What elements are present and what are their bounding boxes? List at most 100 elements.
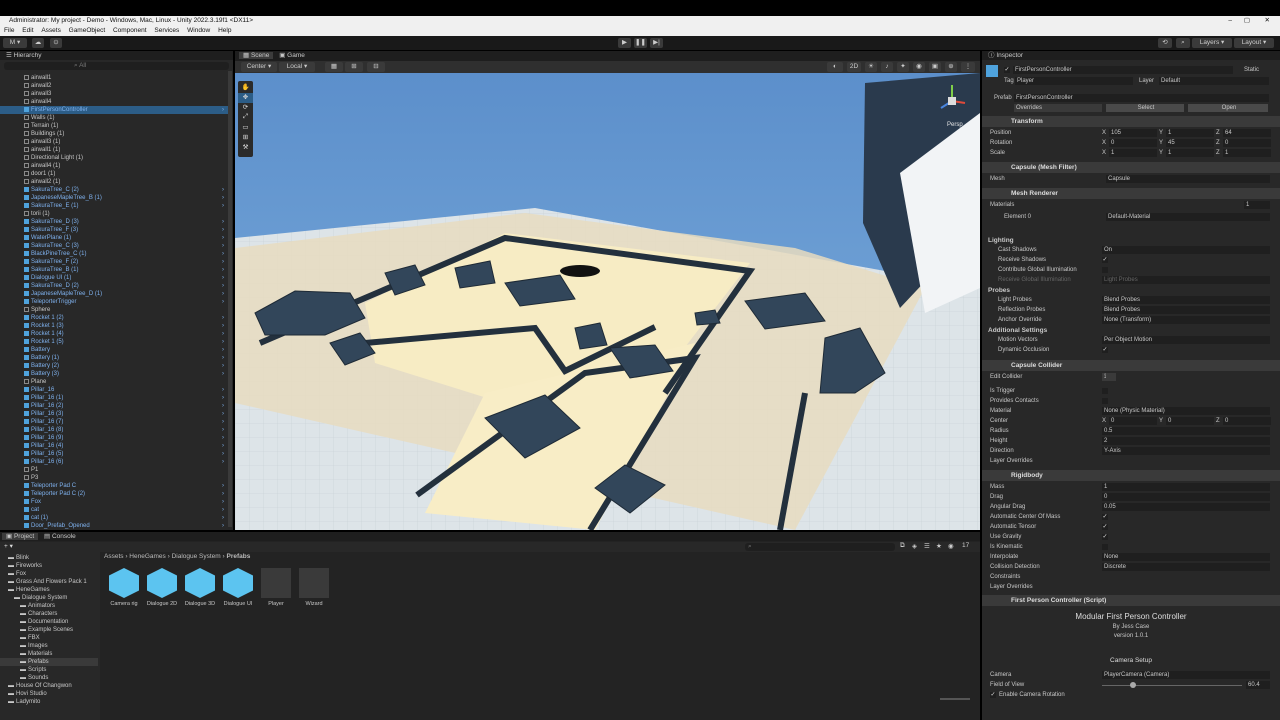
open-prefab-icon[interactable]: ›	[222, 386, 224, 394]
center-y-field[interactable]: 0	[1166, 417, 1214, 425]
folder-tree-item[interactable]: ▬ House Of Changwon	[0, 682, 98, 690]
open-prefab-icon[interactable]: ›	[222, 106, 224, 114]
hierarchy-item[interactable]: Battery (1) ›	[0, 354, 228, 362]
folder-tree-item[interactable]: ▬ Fireworks	[0, 562, 98, 570]
static-toggle[interactable]: Static	[1244, 66, 1259, 74]
open-prefab-icon[interactable]: ›	[222, 370, 224, 378]
rotation-x-field[interactable]: 0	[1109, 139, 1157, 147]
hierarchy-item[interactable]: SakuraTree_F (2) ›	[0, 258, 228, 266]
pause-button[interactable]: ❚❚	[634, 38, 647, 48]
hierarchy-item[interactable]: P3	[0, 474, 228, 482]
dynamic-occlusion-checkbox[interactable]: ✓	[1102, 347, 1108, 353]
hierarchy-item[interactable]: SakuraTree_B (1) ›	[0, 266, 228, 274]
menu-help[interactable]: Help	[218, 27, 231, 34]
increment-icon[interactable]: ⊟	[367, 62, 385, 72]
folder-tree-item[interactable]: ▬ Sounds	[0, 674, 98, 682]
hierarchy-item[interactable]: airwall4 (1)	[0, 162, 228, 170]
scene-viewport[interactable]: Persp	[235, 73, 980, 530]
object-name-field[interactable]: FirstPersonController	[1013, 66, 1233, 74]
hierarchy-item[interactable]: airwall1 (1)	[0, 146, 228, 154]
tab-project[interactable]: ▣ Project	[2, 533, 39, 540]
script-header[interactable]: First Person Controller (Script)	[982, 595, 1280, 606]
select-button[interactable]: Select	[1106, 104, 1184, 112]
folder-tree-item[interactable]: ▬ Blink	[0, 554, 98, 562]
step-button[interactable]: ▶|	[650, 38, 663, 48]
open-prefab-icon[interactable]: ›	[222, 506, 224, 514]
edit-collider-button[interactable]: ⟟	[1102, 373, 1116, 381]
rigidbody-mass-field[interactable]: 1	[1102, 483, 1270, 491]
menu-file[interactable]: File	[4, 27, 14, 34]
hierarchy-item[interactable]: cat ›	[0, 506, 228, 514]
close-icon[interactable]: ✕	[1265, 16, 1270, 26]
camera-field[interactable]: PlayerCamera (Camera)	[1102, 671, 1270, 679]
custom-tool-icon[interactable]: ⚒	[238, 143, 253, 153]
hierarchy-item[interactable]: SakuraTree_E (1) ›	[0, 202, 228, 210]
cloud-icon[interactable]: ☁	[32, 38, 44, 48]
hierarchy-item[interactable]: Pillar_16 (5) ›	[0, 450, 228, 458]
hierarchy-item[interactable]: Terrain (1)	[0, 122, 228, 130]
add-asset-icon[interactable]: + ▾	[4, 542, 13, 550]
folder-tree-item[interactable]: ▬ Images	[0, 642, 98, 650]
layers-dropdown[interactable]: Layers ▾	[1192, 38, 1232, 48]
cast-shadows-dropdown[interactable]: On	[1102, 246, 1270, 254]
lighting-icon[interactable]: ☀	[865, 62, 877, 72]
hierarchy-item[interactable]: Pillar_16 (6) ›	[0, 458, 228, 466]
snap-icon[interactable]: ⊞	[345, 62, 363, 72]
folder-tree-item[interactable]: ▬ Animators	[0, 602, 98, 610]
open-prefab-icon[interactable]: ›	[222, 186, 224, 194]
hierarchy-item[interactable]: torii (1)	[0, 210, 228, 218]
hierarchy-item[interactable]: Rocket 1 (2) ›	[0, 314, 228, 322]
open-prefab-icon[interactable]: ›	[222, 314, 224, 322]
hierarchy-item[interactable]: Rocket 1 (5) ›	[0, 338, 228, 346]
2d-toggle[interactable]: 2D	[847, 62, 861, 72]
center-x-field[interactable]: 0	[1109, 417, 1157, 425]
space-dropdown[interactable]: Local ▾	[279, 62, 315, 72]
asset-item[interactable]: Dialogue UI	[218, 568, 258, 607]
mesh-renderer-header[interactable]: Mesh Renderer	[982, 188, 1280, 199]
camera-rotation-checkbox[interactable]: ✓	[990, 692, 996, 698]
scale-tool-icon[interactable]: ⤢	[238, 113, 253, 123]
hierarchy-item[interactable]: cat (1) ›	[0, 514, 228, 522]
hierarchy-item[interactable]: Pillar_16 (1) ›	[0, 394, 228, 402]
reflection-probes-dropdown[interactable]: Blend Probes	[1102, 306, 1270, 314]
favorite-icon[interactable]: ★	[936, 542, 942, 550]
open-prefab-icon[interactable]: ›	[222, 514, 224, 522]
history-icon[interactable]: ⟲	[1158, 38, 1172, 48]
minimize-icon[interactable]: –	[1228, 16, 1232, 26]
prefab-field[interactable]: FirstPersonController	[1014, 94, 1269, 102]
hierarchy-item[interactable]: airwall2 (1)	[0, 178, 228, 186]
direction-dropdown[interactable]: Y-Axis	[1102, 447, 1270, 455]
hierarchy-item[interactable]: Buildings (1)	[0, 130, 228, 138]
collab-icon[interactable]: ⊙	[50, 38, 62, 48]
hierarchy-item[interactable]: SakuraTree_C (2) ›	[0, 186, 228, 194]
search-icon[interactable]: ⌕	[1176, 38, 1190, 48]
hierarchy-item[interactable]: SakuraTree_D (2) ›	[0, 282, 228, 290]
scale-x-field[interactable]: 1	[1109, 149, 1157, 157]
open-prefab-icon[interactable]: ›	[222, 410, 224, 418]
hierarchy-item[interactable]: TeleporterTrigger ›	[0, 298, 228, 306]
rigidbody-ang-field[interactable]: 0.05	[1102, 503, 1270, 511]
overrides-dropdown[interactable]: Overrides	[1014, 104, 1102, 112]
hierarchy-item[interactable]: airwall3 (1)	[0, 138, 228, 146]
receive-shadows-checkbox[interactable]: ✓	[1102, 257, 1108, 263]
probes-header[interactable]: Probes	[988, 286, 1010, 295]
hierarchy-item[interactable]: airwall3	[0, 90, 228, 98]
tag-dropdown[interactable]: Player	[1015, 77, 1133, 85]
hierarchy-item[interactable]: Pillar_16 (8) ›	[0, 426, 228, 434]
element-field[interactable]: Default-Material	[1106, 213, 1270, 221]
open-prefab-icon[interactable]: ›	[222, 202, 224, 210]
menu-gameobject[interactable]: GameObject	[69, 27, 106, 34]
hierarchy-item[interactable]: Plane	[0, 378, 228, 386]
rigidbody-constraints-label[interactable]: Constraints	[990, 573, 1020, 581]
asset-item[interactable]: Dialogue 3D	[180, 568, 220, 607]
project-search-input[interactable]: ⌕	[745, 543, 895, 551]
open-prefab-icon[interactable]: ›	[222, 194, 224, 202]
hierarchy-item[interactable]: door1 (1)	[0, 170, 228, 178]
filter-label-icon[interactable]: ◈	[912, 542, 917, 550]
open-prefab-icon[interactable]: ›	[222, 346, 224, 354]
hierarchy-item[interactable]: Battery (3) ›	[0, 370, 228, 378]
breadcrumb-henegames[interactable]: HeneGames	[129, 553, 166, 560]
folder-tree-item[interactable]: ▬ Dialogue System	[0, 594, 98, 602]
asset-item[interactable]: Camera rig	[104, 568, 144, 607]
asset-item[interactable]: Player	[256, 568, 296, 607]
